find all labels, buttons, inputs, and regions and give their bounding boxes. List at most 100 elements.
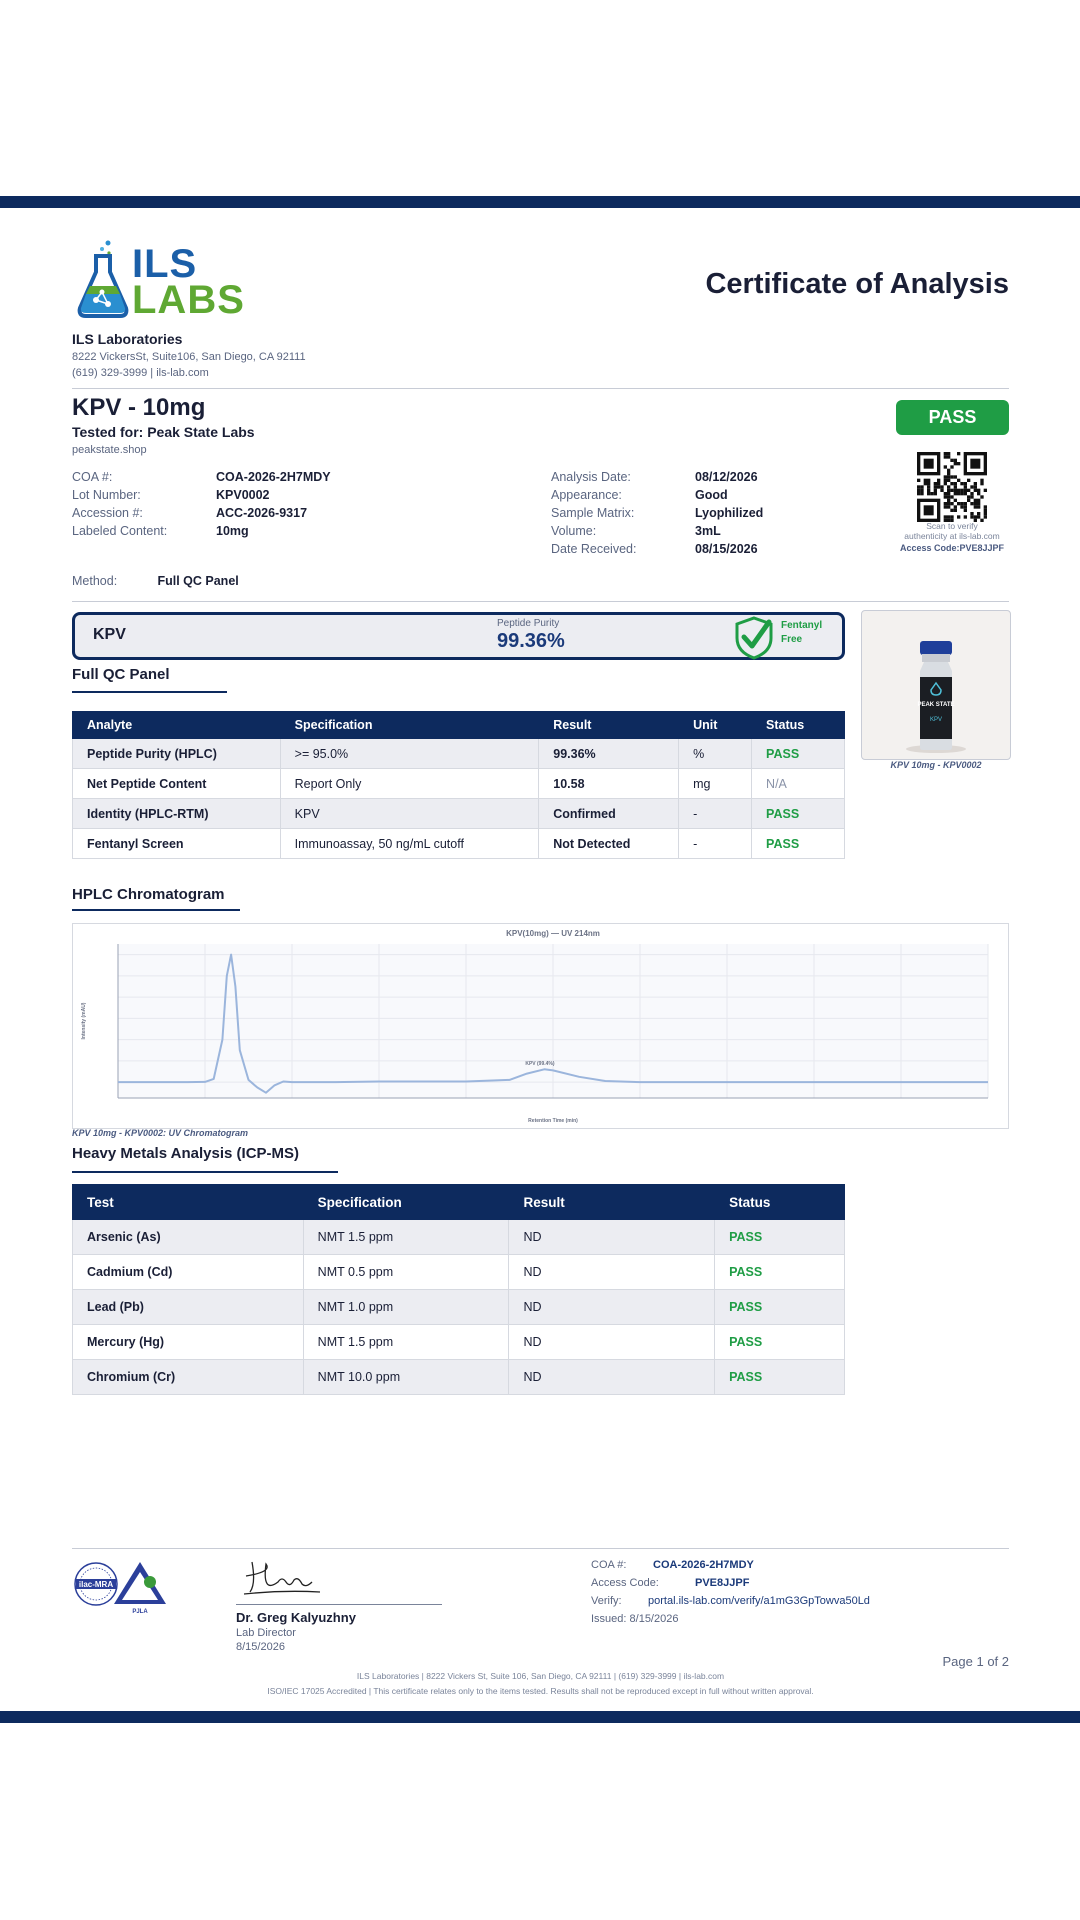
x-axis-label: Retention Time (min) — [528, 1118, 578, 1124]
footer-meta-label: Issued: 8/15/2026 — [591, 1613, 679, 1625]
qc-cell: mg — [678, 768, 753, 799]
fentanyl-badge-line2: Free — [781, 634, 803, 645]
signatory-role: Lab Director — [236, 1627, 296, 1639]
hm-cell: Arsenic (As) — [72, 1219, 304, 1255]
table-row: Lead (Pb) NMT 1.0 ppm ND PASS — [72, 1289, 845, 1325]
qr-code-icon[interactable] — [917, 452, 987, 522]
hm-cell: PASS — [714, 1324, 845, 1360]
hm-header: Result — [508, 1184, 716, 1220]
lab-contact: (619) 329-3999 | ils-lab.com — [72, 367, 209, 379]
chromatogram-chart: KPV(10mg) — UV 214nm Retention Time (min)… — [81, 929, 989, 1124]
hplc-chromatogram: KPV(10mg) — UV 214nm Retention Time (min)… — [72, 923, 1009, 1129]
sample-meta-label: COA #: — [72, 470, 113, 484]
qr-caption: Scan to verify — [926, 521, 978, 531]
verify-link[interactable]: portal.ils-lab.com/verify/a1mG3GpTowva50… — [648, 1592, 870, 1610]
hm-cell: NMT 1.5 ppm — [302, 1324, 510, 1360]
signatory-name: Dr. Greg Kalyuzhny — [236, 1610, 356, 1625]
footer-meta-row: Verify: portal.ils-lab.com/verify/a1mG3Gp… — [591, 1592, 870, 1610]
footer-meta-value: PVE8JJPF — [695, 1577, 750, 1589]
qc-cell: Net Peptide Content — [72, 768, 281, 799]
sample-meta-row: Lot Number: KPV0002 — [72, 486, 331, 504]
table-row: Identity (HPLC-RTM) KPV Confirmed - PASS — [72, 798, 845, 829]
heavy-metals-title: Heavy Metals Analysis (ICP-MS) — [72, 1145, 300, 1162]
lab-name: ILS Laboratories — [72, 331, 183, 347]
hm-cell: ND — [508, 1254, 716, 1290]
sample-meta-value: Lyophilized — [695, 506, 764, 520]
qc-panel-table: Analyte Specification Result Unit Status Pep… — [72, 711, 845, 859]
director-signature — [243, 1561, 321, 1595]
method-row: Method: Full QC Panel — [72, 574, 239, 588]
bottom-brand-bar — [0, 1711, 1080, 1723]
table-row: Net Peptide Content Report Only 10.58 mg N/A — [72, 768, 845, 799]
sample-meta-row: Appearance: Good — [551, 486, 763, 504]
shield-check-icon — [735, 616, 773, 660]
qc-cell: - — [678, 798, 753, 829]
sample-meta-label: Accession #: — [72, 506, 143, 520]
peak-annotation: KPV (99.4%) — [525, 1061, 555, 1067]
footer-meta-row: Access Code: PVE8JJPF — [591, 1574, 870, 1592]
sample-meta-row: Volume: 3mL — [551, 522, 763, 540]
overall-pass-badge: PASS — [896, 400, 1009, 435]
method-value: Full QC Panel — [157, 574, 239, 588]
hm-cell: Lead (Pb) — [72, 1289, 304, 1325]
footer-meta-value: COA-2026-2H7MDY — [653, 1559, 754, 1571]
qc-cell: Fentanyl Screen — [72, 828, 281, 859]
sample-meta-label: Lot Number: — [72, 488, 141, 502]
product-title: KPV - 10mg — [72, 394, 206, 421]
document-title: Certificate of Analysis — [705, 268, 1009, 300]
footer-disclaimer: ISO/IEC 17025 Accredited | This certific… — [267, 1686, 814, 1696]
ilac-mra-text: ilac-MRA — [79, 1580, 113, 1589]
qc-cell: PASS — [751, 828, 845, 859]
page-number: Page 1 of 2 — [942, 1654, 1010, 1669]
sample-meta-label: Date Received: — [551, 542, 637, 556]
qc-header: Result — [538, 711, 680, 739]
sample-meta-value: 3mL — [695, 524, 721, 538]
table-row: Mercury (Hg) NMT 1.5 ppm ND PASS — [72, 1324, 845, 1360]
signature-date: 8/15/2026 — [236, 1641, 285, 1653]
footer-meta-row: Issued: 8/15/2026 — [591, 1610, 870, 1628]
sample-meta-value: KPV0002 — [216, 488, 270, 502]
sample-meta-value: 08/12/2026 — [695, 470, 758, 484]
qc-cell: Peptide Purity (HPLC) — [72, 738, 281, 769]
heavy-metals-table: Test Specification Result Status Arsenic (A… — [72, 1184, 845, 1395]
footer-lab-info: ILS Laboratories | 8222 Vickers St, Suit… — [356, 1671, 725, 1681]
hm-cell: ND — [508, 1219, 716, 1255]
qc-cell: Not Detected — [538, 828, 680, 859]
chromatogram-title: HPLC Chromatogram — [72, 886, 225, 903]
footer-divider — [72, 1548, 1009, 1549]
qr-caption-url: authenticity at ils-lab.com — [904, 531, 1000, 541]
pjla-icon: PJLA — [114, 1562, 166, 1615]
footer-meta-label: Verify: — [591, 1595, 622, 1607]
heavy-metals-underline — [72, 1171, 338, 1173]
sample-meta-value: COA-2026-2H7MDY — [216, 470, 331, 484]
hm-cell: Chromium (Cr) — [72, 1359, 304, 1395]
hm-header: Status — [714, 1184, 845, 1220]
table-row: Arsenic (As) NMT 1.5 ppm ND PASS — [72, 1219, 845, 1255]
purity-label: Peptide Purity — [497, 618, 560, 629]
qc-cell: Report Only — [279, 768, 540, 799]
footer-verification-meta: COA #: COA-2026-2H7MDY Access Code: PVE8JJP… — [591, 1556, 870, 1628]
flask-icon — [77, 240, 129, 318]
vial-image: PEAK STATE KPV — [906, 641, 966, 753]
hm-cell: PASS — [714, 1254, 845, 1290]
y-axis-label: Intensity (mAU) — [81, 1002, 87, 1039]
header-divider — [72, 388, 1009, 389]
qc-panel-title: Full QC Panel — [72, 666, 170, 683]
top-brand-bar — [0, 196, 1080, 208]
qr-access-code: Access Code:PVE8JJPF — [899, 543, 1005, 553]
qc-cell: KPV — [279, 798, 540, 829]
qc-cell: - — [678, 828, 753, 859]
hm-cell: PASS — [714, 1219, 845, 1255]
sample-meta-right: Analysis Date: 08/12/2026 Appearance: Good S… — [551, 468, 763, 558]
purity-peptide-name: KPV — [93, 626, 126, 643]
qc-panel-underline — [72, 691, 227, 693]
chart-title: KPV(10mg) — UV 214nm — [506, 929, 600, 938]
product-photo: PEAK STATE KPV — [861, 610, 1011, 760]
meta-divider — [72, 601, 1009, 602]
hm-cell: Cadmium (Cd) — [72, 1254, 304, 1290]
hm-header: Test — [72, 1184, 304, 1220]
purity-summary-box: KPV Peptide Purity 99.36% Fentanyl Free — [72, 612, 845, 660]
sample-meta-value: 08/15/2026 — [695, 542, 758, 556]
hm-cell: NMT 1.0 ppm — [302, 1289, 510, 1325]
table-row: Fentanyl Screen Immunoassay, 50 ng/mL cut… — [72, 828, 845, 859]
